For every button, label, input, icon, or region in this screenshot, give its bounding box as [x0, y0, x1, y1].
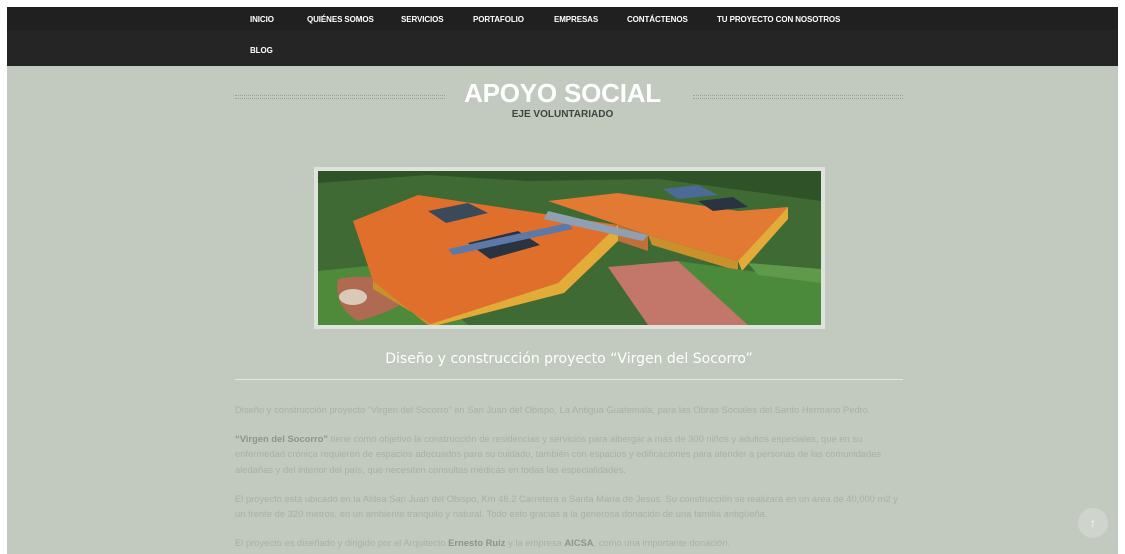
- project-paragraph-2: “Virgen del Socorro” tiene como objetivo…: [235, 431, 903, 477]
- project-paragraph-4-text-b: y la empresa: [505, 537, 565, 548]
- project-title: Diseño y construcción proyecto “Virgen d…: [385, 351, 753, 367]
- page: INICIO QUIÉNES SOMOS SERVICIOS PORTAFOLI…: [7, 7, 1118, 554]
- nav-item-blog[interactable]: BLOG: [250, 46, 273, 55]
- project-paragraph-4-text-c: , como una importante donación.: [593, 537, 731, 548]
- nav-item-contactenos[interactable]: CONTÁCTENOS: [627, 15, 688, 24]
- section-subtitle: EJE VOLUNTARIADO: [511, 109, 614, 120]
- section-title: APOYO SOCIAL: [464, 78, 661, 108]
- company-name: AICSA: [564, 537, 594, 548]
- nav-item-inicio[interactable]: INICIO: [250, 15, 274, 24]
- project-name-highlight: “Virgen del Socorro”: [235, 433, 329, 444]
- nav-item-portafolio[interactable]: PORTAFOLIO: [473, 15, 524, 24]
- project-paragraph-3: El proyecto está ubicado en la Aldea San…: [235, 493, 898, 520]
- project-title-divider: [235, 379, 903, 380]
- nav-item-empresas[interactable]: EMPRESAS: [554, 15, 598, 24]
- arrow-up-icon: ↑: [1090, 516, 1096, 530]
- nav-item-tu-proyecto[interactable]: TU PROYECTO CON NOSOTROS: [717, 15, 840, 24]
- building-aerial-image: [318, 171, 821, 325]
- nav-item-quienes-somos[interactable]: QUIÉNES SOMOS: [307, 15, 374, 24]
- architect-name: Ernesto Ruiz: [448, 537, 506, 548]
- project-paragraph-1: Diseño y construcción proyecto “Virgen d…: [235, 404, 871, 415]
- project-paragraph-4: El proyecto es diseñado y dirigido por e…: [235, 535, 903, 550]
- nav-item-servicios[interactable]: SERVICIOS: [401, 15, 444, 24]
- project-paragraph-2-text: tiene como objetivo la construcción de r…: [235, 433, 882, 475]
- project-photo: [314, 167, 825, 329]
- project-paragraph-4-text-a: El proyecto es diseñado y dirigido por e…: [235, 537, 449, 548]
- back-to-top-button[interactable]: ↑: [1078, 508, 1108, 538]
- main-nav: INICIO QUIÉNES SOMOS SERVICIOS PORTAFOLI…: [7, 7, 1118, 66]
